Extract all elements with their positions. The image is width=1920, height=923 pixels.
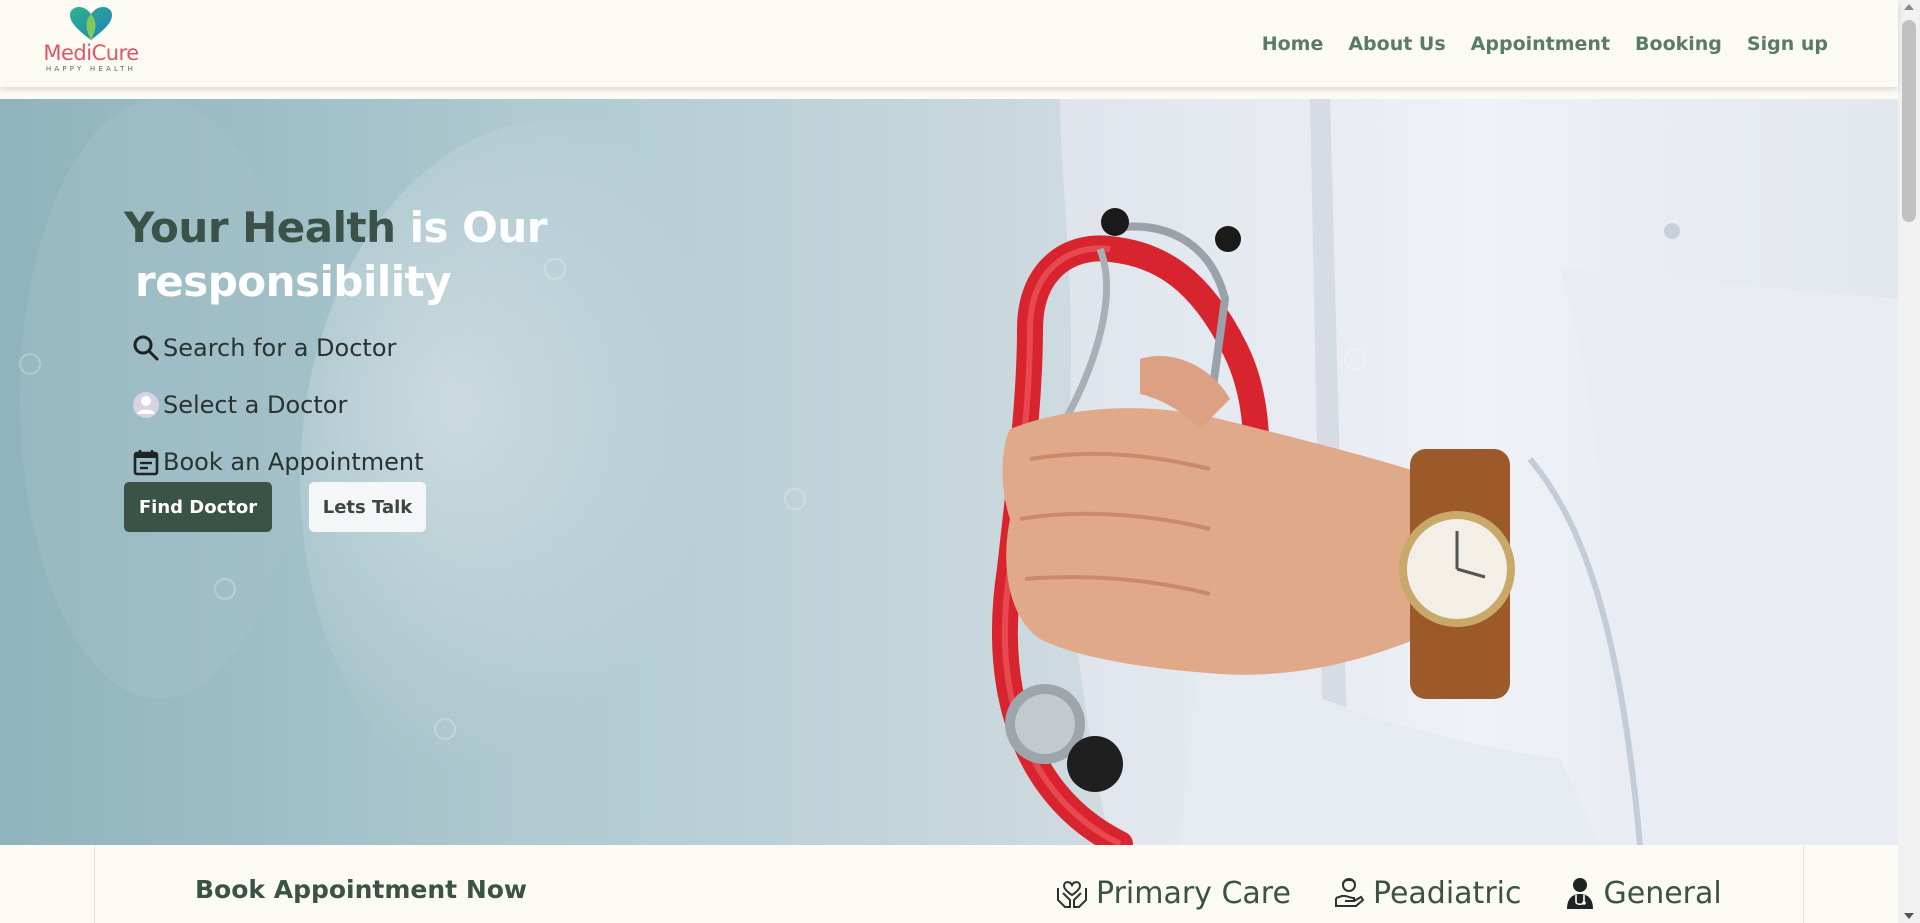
hero-headline: Your Health is Our responsibility [124,201,724,309]
brand-tagline: HAPPY HEALTH [45,65,137,73]
category-general-label: General [1603,875,1722,911]
brand-name: MediCure [43,41,139,65]
page-scrollbar[interactable] [1898,0,1920,923]
doctor-icon [1562,875,1598,911]
step-select: Select a Doctor [124,376,724,433]
scrollbar-thumb[interactable] [1902,20,1916,222]
child-care-icon [1331,875,1367,911]
category-primary-care-label: Primary Care [1096,875,1291,911]
nav-appointment[interactable]: Appointment [1471,33,1610,55]
hands-heart-icon [1054,875,1090,911]
scroll-down-arrow-icon[interactable] [1904,913,1914,919]
heart-logo-icon [70,7,112,40]
step-search-label: Search for a Doctor [163,333,397,362]
nav-home[interactable]: Home [1262,33,1324,55]
category-peadiatric-label: Peadiatric [1372,875,1522,911]
step-select-label: Select a Doctor [163,390,348,419]
headline-part-2: is Our [395,203,548,252]
step-book-label: Book an Appointment [163,447,424,476]
hero-content: Your Health is Our responsibility Search… [124,201,724,532]
user-avatar-icon [130,389,162,421]
hero-buttons: Find Doctor Lets Talk [124,482,724,532]
find-doctor-button[interactable]: Find Doctor [124,482,272,532]
nav-booking[interactable]: Booking [1635,33,1722,55]
navbar: MediCure HAPPY HEALTH Home About Us Appo… [0,0,1898,87]
scroll-up-arrow-icon[interactable] [1904,4,1914,10]
main-nav: Home About Us Appointment Booking Sign u… [1262,0,1828,87]
search-icon [130,332,162,364]
headline-line-2: responsibility [135,257,452,306]
category-primary-care[interactable]: Primary Care [1054,875,1291,911]
nav-sign-up[interactable]: Sign up [1747,33,1828,55]
calendar-icon [130,446,162,478]
booking-panel: Book Appointment Now Primary Care Peadia… [94,845,1804,923]
steps-list: Search for a Doctor Select a Doctor Book… [124,319,724,490]
step-search: Search for a Doctor [124,319,724,376]
category-general[interactable]: General [1562,875,1722,911]
brand-logo[interactable]: MediCure HAPPY HEALTH [36,6,146,82]
hero-section: Your Health is Our responsibility Search… [0,99,1898,845]
lets-talk-button[interactable]: Lets Talk [309,482,426,532]
category-peadiatric[interactable]: Peadiatric [1331,875,1522,911]
headline-part-1: Your Health [124,203,396,252]
category-list: Primary Care Peadiatric General [1054,875,1722,911]
booking-title: Book Appointment Now [195,875,528,904]
nav-about-us[interactable]: About Us [1348,33,1445,55]
